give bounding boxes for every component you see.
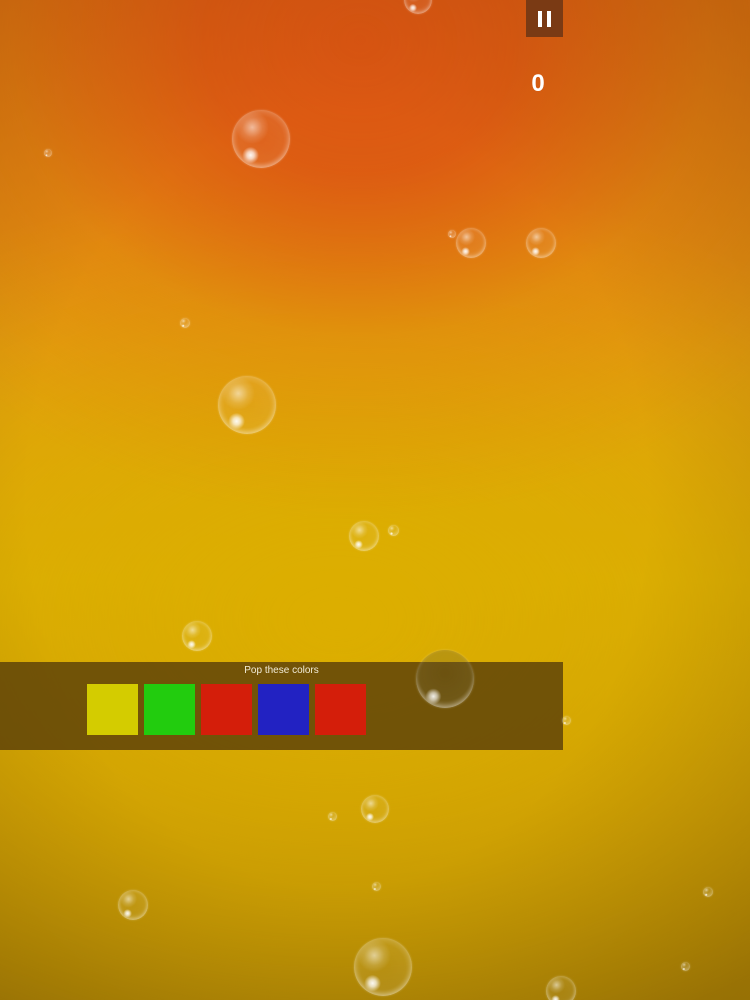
color-swatch-yellow bbox=[87, 684, 138, 735]
bubble[interactable] bbox=[361, 795, 389, 823]
pause-button[interactable] bbox=[526, 0, 563, 37]
target-colors-panel: Pop these colors bbox=[0, 662, 563, 750]
color-swatch-blue bbox=[258, 684, 309, 735]
bubble[interactable] bbox=[546, 976, 576, 1000]
score-display: 0 bbox=[531, 70, 545, 97]
bubble[interactable] bbox=[681, 962, 690, 971]
bubble[interactable] bbox=[448, 230, 456, 238]
bubble[interactable] bbox=[703, 887, 713, 897]
bubble[interactable] bbox=[388, 525, 399, 536]
bubble[interactable] bbox=[218, 376, 276, 434]
background-gradient bbox=[0, 0, 750, 1000]
bubble[interactable] bbox=[349, 521, 379, 551]
bubble[interactable] bbox=[562, 716, 571, 725]
bubble[interactable] bbox=[416, 650, 474, 708]
color-swatches bbox=[87, 684, 366, 735]
bubble[interactable] bbox=[118, 890, 148, 920]
color-swatch-red bbox=[201, 684, 252, 735]
bubble[interactable] bbox=[180, 318, 190, 328]
bubble[interactable] bbox=[232, 110, 290, 168]
color-swatch-red bbox=[315, 684, 366, 735]
pause-icon bbox=[538, 10, 551, 27]
bubble[interactable] bbox=[182, 621, 212, 651]
bubble[interactable] bbox=[44, 149, 52, 157]
color-swatch-green bbox=[144, 684, 195, 735]
bubble[interactable] bbox=[404, 0, 432, 14]
bubble[interactable] bbox=[456, 228, 486, 258]
bubble[interactable] bbox=[328, 812, 337, 821]
bubble[interactable] bbox=[354, 938, 412, 996]
bubble[interactable] bbox=[526, 228, 556, 258]
panel-title: Pop these colors bbox=[244, 665, 319, 676]
bubble[interactable] bbox=[372, 882, 381, 891]
